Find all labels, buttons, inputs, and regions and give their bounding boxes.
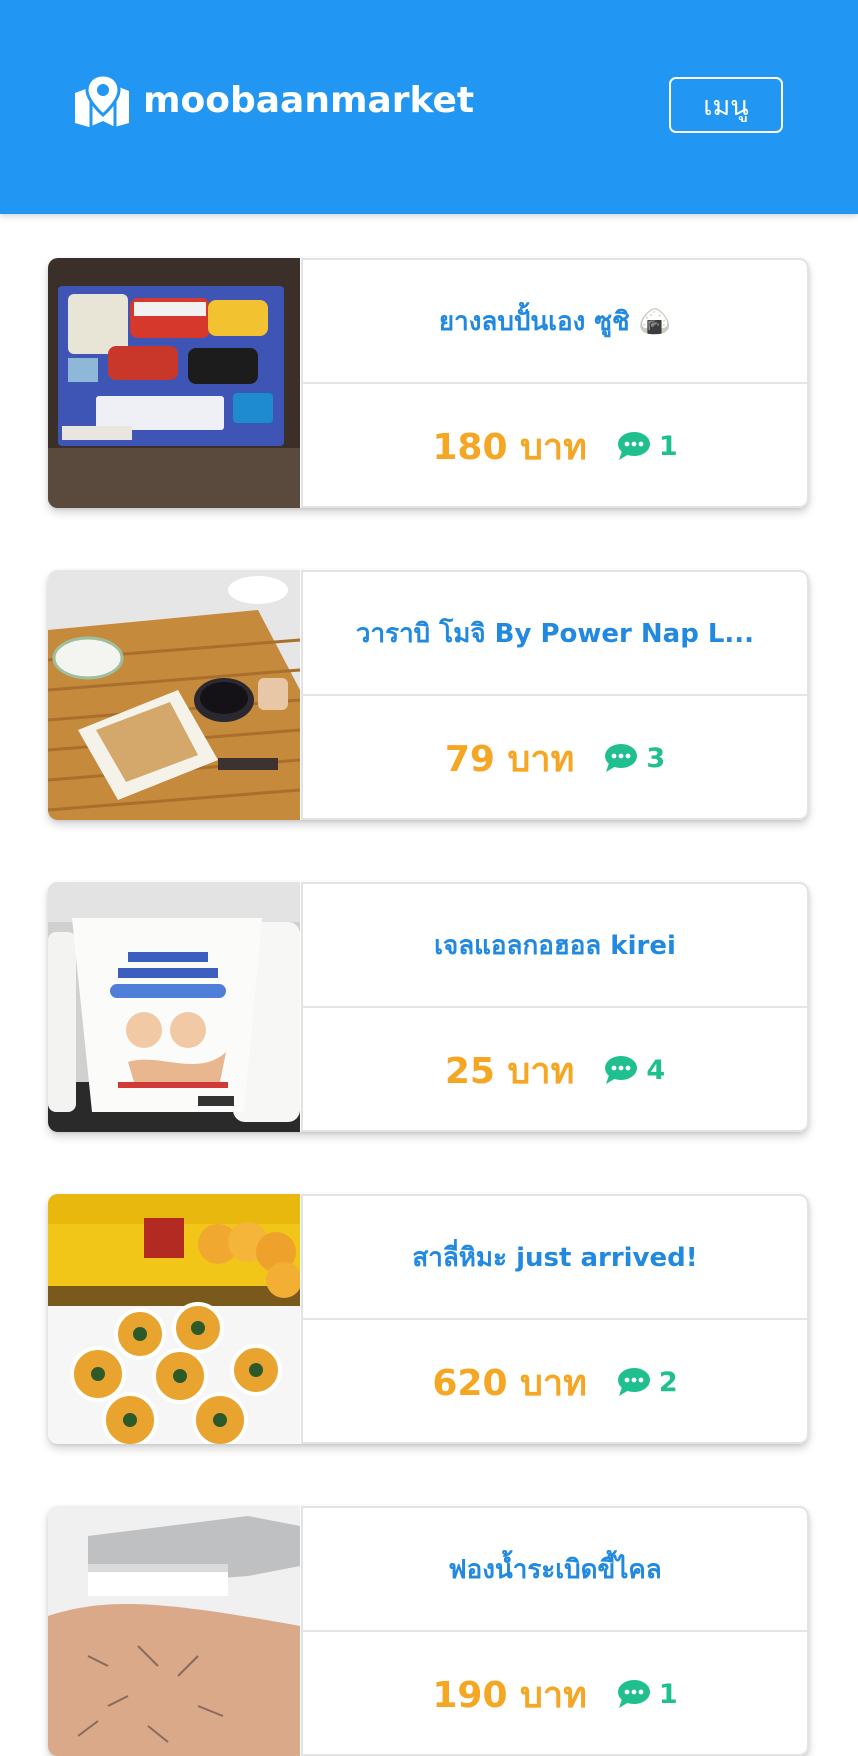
title-row: ฟองน้ำระเบิดขี้ไคล xyxy=(303,1508,807,1632)
product-title[interactable]: ฟองน้ำระเบิดขี้ไคล xyxy=(448,1549,661,1590)
meta-row: 180 บาท 1 xyxy=(303,384,807,508)
comment-count-value: 2 xyxy=(658,1366,678,1398)
comment-count[interactable]: 4 xyxy=(604,1055,665,1086)
product-title[interactable]: ยางลบปั้นเอง ซูชิ 🍙 xyxy=(439,301,671,342)
brand-name: moobaanmarket xyxy=(143,79,475,121)
product-info: ยางลบปั้นเอง ซูชิ 🍙 180 บาท 1 xyxy=(301,258,809,508)
title-row: สาลี่หิมะ just arrived! xyxy=(303,1196,807,1320)
product-image xyxy=(48,258,300,508)
product-price: 620 บาท xyxy=(432,1362,587,1404)
product-title[interactable]: วาราบิ โมจิ By Power Nap L... xyxy=(356,613,754,654)
comment-icon xyxy=(617,1680,650,1708)
product-price: 180 บาท xyxy=(432,426,587,468)
product-image xyxy=(48,882,300,1132)
comment-icon xyxy=(617,1368,650,1396)
product-image xyxy=(48,1194,300,1444)
meta-row: 620 บาท 2 xyxy=(303,1320,807,1444)
title-row: เจลแอลกอฮอล kirei xyxy=(303,884,807,1008)
comment-icon xyxy=(617,432,650,460)
product-card[interactable]: สาลี่หิมะ just arrived! 620 บาท 2 xyxy=(48,1194,809,1444)
product-price: 25 บาท xyxy=(444,1050,575,1092)
product-info: วาราบิ โมจิ By Power Nap L... 79 บาท 3 xyxy=(301,570,809,820)
comment-icon xyxy=(605,1056,638,1084)
menu-button[interactable]: เมนู xyxy=(669,77,783,133)
product-card[interactable]: เจลแอลกอฮอล kirei 25 บาท 4 xyxy=(48,882,809,1132)
product-info: สาลี่หิมะ just arrived! 620 บาท 2 xyxy=(301,1194,809,1444)
comment-count-value: 3 xyxy=(646,742,666,774)
comment-count[interactable]: 3 xyxy=(604,743,665,774)
product-image xyxy=(48,1506,300,1756)
product-image xyxy=(48,570,300,820)
title-row: ยางลบปั้นเอง ซูชิ 🍙 xyxy=(303,260,807,384)
product-info: ฟองน้ำระเบิดขี้ไคล 190 บาท 1 xyxy=(301,1506,809,1756)
comment-count-value: 1 xyxy=(658,1678,678,1710)
comment-count-value: 1 xyxy=(658,430,678,462)
map-pin-icon xyxy=(75,73,129,127)
product-info: เจลแอลกอฮอล kirei 25 บาท 4 xyxy=(301,882,809,1132)
product-title[interactable]: เจลแอลกอฮอล kirei xyxy=(434,925,676,966)
product-card[interactable]: วาราบิ โมจิ By Power Nap L... 79 บาท 3 xyxy=(48,570,809,820)
meta-row: 25 บาท 4 xyxy=(303,1008,807,1132)
product-card[interactable]: ยางลบปั้นเอง ซูชิ 🍙 180 บาท 1 xyxy=(48,258,809,508)
title-row: วาราบิ โมจิ By Power Nap L... xyxy=(303,572,807,696)
product-price: 190 บาท xyxy=(432,1674,587,1716)
comment-count[interactable]: 1 xyxy=(617,1679,678,1710)
meta-row: 190 บาท 1 xyxy=(303,1632,807,1756)
product-price: 79 บาท xyxy=(444,738,575,780)
product-title[interactable]: สาลี่หิมะ just arrived! xyxy=(412,1237,697,1278)
comment-count[interactable]: 1 xyxy=(617,431,678,462)
comment-count-value: 4 xyxy=(646,1054,666,1086)
brand-logo[interactable]: moobaanmarket xyxy=(73,72,474,128)
comment-icon xyxy=(605,744,638,772)
top-app-bar: moobaanmarket เมนู xyxy=(0,0,858,214)
product-card[interactable]: ฟองน้ำระเบิดขี้ไคล 190 บาท 1 xyxy=(48,1506,809,1756)
comment-count[interactable]: 2 xyxy=(617,1367,678,1398)
meta-row: 79 บาท 3 xyxy=(303,696,807,820)
